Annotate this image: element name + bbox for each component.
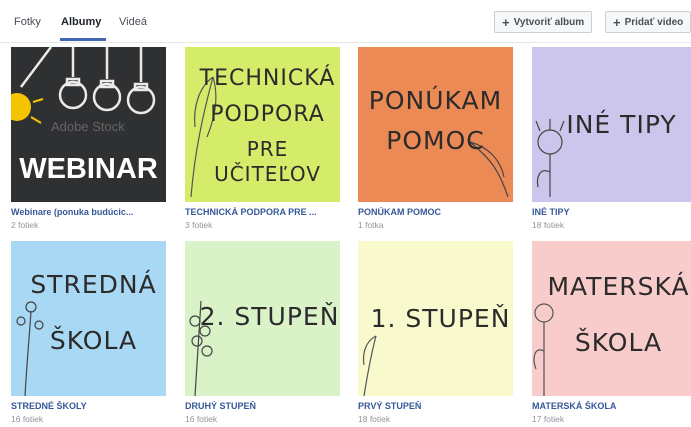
album-cover-text: STREDNÁ	[30, 270, 157, 299]
tab-videos[interactable]: Videá	[119, 16, 147, 28]
album-cover-text: TECHNICKÁ	[199, 66, 336, 91]
album-photo-count: 3 fotiek	[185, 220, 213, 230]
album-title[interactable]: DRUHÝ STUPEŇ	[185, 401, 345, 411]
album-cover[interactable]: 2. STUPEŇ	[185, 241, 340, 396]
plus-icon: +	[502, 14, 510, 30]
flower-illustration	[16, 301, 44, 396]
tab-albums[interactable]: Albumy	[61, 16, 101, 28]
album-photo-count: 1 fotka	[358, 220, 384, 230]
album-cover-text: POMOC	[386, 126, 485, 155]
album-cover-text: MATERSKÁ	[547, 272, 690, 301]
active-tab-indicator	[60, 38, 106, 41]
album-cover[interactable]: MATERSKÁ ŠKOLA	[532, 241, 691, 396]
album-cover-text: PRE UČITEĽOV	[214, 137, 321, 186]
add-video-label: Pridať video	[624, 16, 684, 28]
album-title[interactable]: PRVÝ STUPEŇ	[358, 401, 518, 411]
album-cover[interactable]: TECHNICKÁ PODPORA PRE UČITEĽOV	[185, 47, 340, 202]
album-cover[interactable]: INÉ TIPY	[532, 47, 691, 202]
tab-photos[interactable]: Fotky	[14, 16, 41, 28]
album-cover[interactable]: PONÚKAM POMOC	[358, 47, 513, 202]
create-album-label: Vytvoriť album	[513, 16, 585, 28]
watermark: Adobe Stock	[51, 119, 125, 134]
add-video-button[interactable]: + Pridať video	[605, 11, 691, 33]
album-cover[interactable]: STREDNÁ ŠKOLA	[11, 241, 166, 396]
album-photo-count: 16 fotiek	[185, 414, 218, 424]
album-title[interactable]: TECHNICKÁ PODPORA PRE ...	[185, 207, 345, 217]
plus-icon: +	[613, 14, 621, 30]
album-title[interactable]: MATERSKÁ ŠKOLA	[532, 401, 691, 411]
album-tab-bar: Fotky Albumy Videá + Vytvoriť album + Pr…	[0, 0, 691, 43]
album-photo-count: 2 fotiek	[11, 220, 39, 230]
album-cover-text: ŠKOLA	[49, 326, 138, 355]
album-title[interactable]: STREDNÉ ŠKOLY	[11, 401, 171, 411]
album-cover-text: INÉ TIPY	[566, 110, 677, 139]
album-cover-text: ŠKOLA	[574, 328, 663, 357]
album-photo-count: 18 fotiek	[358, 414, 391, 424]
album-cover-text: WEBINAR	[19, 153, 158, 185]
flower-illustration	[533, 303, 554, 396]
create-album-button[interactable]: + Vytvoriť album	[494, 11, 593, 33]
album-cover-text: PODPORA	[210, 102, 325, 127]
album-cover-text: 2. STUPEŇ	[199, 302, 340, 331]
album-photo-count: 17 fotiek	[532, 414, 565, 424]
album-cover[interactable]: Adobe Stock WEBINAR	[11, 47, 166, 202]
album-photo-count: 16 fotiek	[11, 414, 44, 424]
album-title[interactable]: INÉ TIPY	[532, 207, 691, 217]
album-title[interactable]: Webinare (ponuka budúcic...	[11, 207, 171, 217]
album-title[interactable]: PONÚKAM POMOC	[358, 207, 518, 217]
album-photo-count: 18 fotiek	[532, 220, 565, 230]
album-cover[interactable]: 1. STUPEŇ	[358, 241, 513, 396]
album-cover-text: PONÚKAM	[368, 86, 503, 115]
album-cover-text: 1. STUPEŇ	[370, 304, 511, 333]
